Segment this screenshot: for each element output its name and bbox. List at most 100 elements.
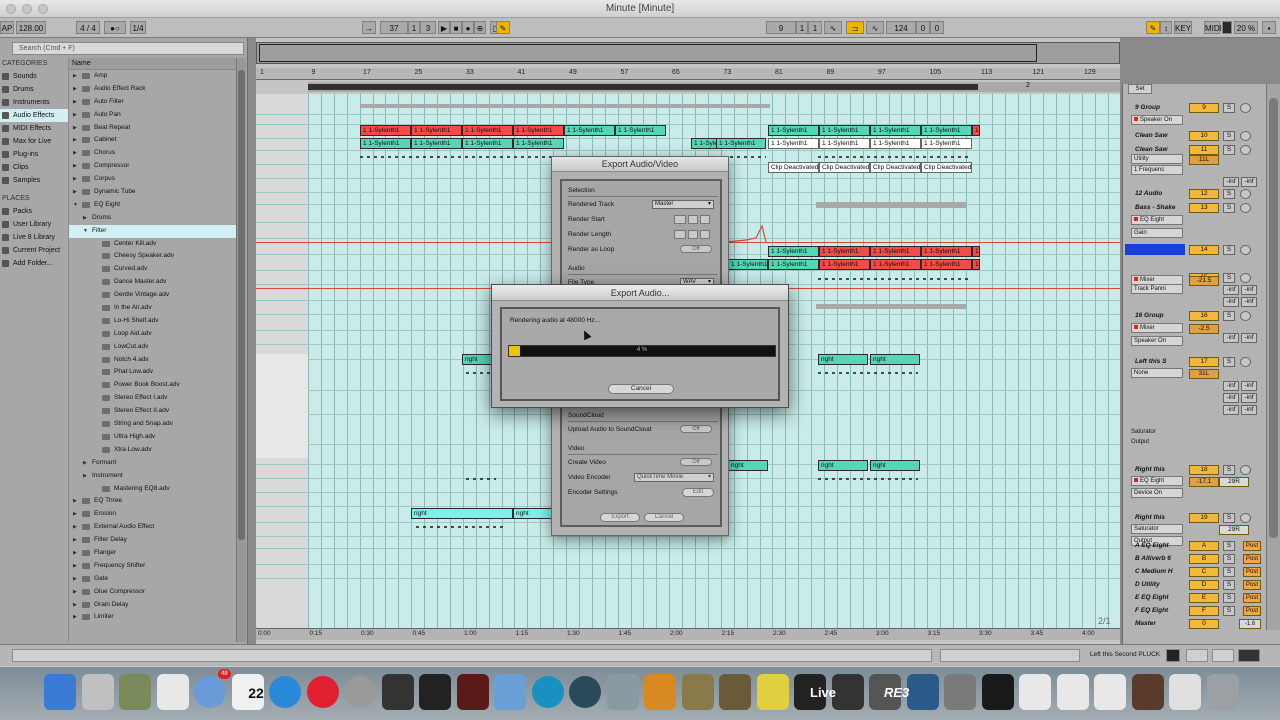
dock-app-icon[interactable] xyxy=(1094,674,1126,710)
solo-button[interactable]: S xyxy=(1223,554,1235,564)
loop-length-sixteenths[interactable]: 0 xyxy=(930,21,944,34)
return-track-name[interactable]: A EQ Eight xyxy=(1125,540,1185,551)
arrangement-clip[interactable]: 1 1-Sylenth1 xyxy=(870,259,921,270)
loop-start-beats[interactable]: 1 xyxy=(796,21,808,34)
browser-item[interactable]: ▶ Dynamic Tube xyxy=(69,186,236,199)
mixer-track-header[interactable]: Clean Saw 10 S xyxy=(1123,130,1263,142)
render-length-bars[interactable] xyxy=(674,230,686,239)
arrangement-clip[interactable]: Clip Deactivated xyxy=(768,162,819,173)
master-activator[interactable]: 0 xyxy=(1189,619,1219,629)
arrangement-clip[interactable]: 1 1-Sylenth1 xyxy=(411,125,462,136)
arrangement-clip[interactable]: 1 1-Sylenth1 xyxy=(716,138,766,149)
category-sounds[interactable]: Sounds xyxy=(0,70,68,83)
browser-item[interactable]: ▶ Instrument xyxy=(69,470,236,483)
browser-search-input[interactable]: Search (Cmd + F) xyxy=(12,42,244,55)
dock-app-icon[interactable] xyxy=(981,674,1014,710)
arrangement-clip[interactable]: right xyxy=(462,354,492,365)
solo-button[interactable]: S xyxy=(1223,513,1235,523)
return-activator[interactable]: C xyxy=(1189,567,1219,577)
dock-app-icon[interactable] xyxy=(1056,674,1089,710)
track-activator[interactable]: 17 xyxy=(1189,357,1219,367)
browser-item[interactable]: Dance Master.adv xyxy=(69,276,236,289)
track-name[interactable] xyxy=(1125,244,1185,255)
browser-item[interactable]: ▶ Chorus xyxy=(69,147,236,160)
arrangement-clip[interactable]: 1 1-Sylenth1 xyxy=(972,259,980,270)
return-track-header[interactable]: E EQ Eight E S Post xyxy=(1123,592,1263,604)
arm-button[interactable] xyxy=(1240,465,1251,475)
arm-button[interactable] xyxy=(1240,357,1251,367)
vertical-scroll-thumb[interactable] xyxy=(1269,98,1278,538)
arm-button[interactable] xyxy=(1240,103,1251,113)
device-chooser[interactable]: EQ Eight xyxy=(1131,215,1183,225)
loop-brace[interactable]: 2 xyxy=(308,82,1120,92)
expand-arrow-icon[interactable]: ▶ xyxy=(73,495,77,508)
category-midi-effects[interactable]: MIDI Effects xyxy=(0,122,68,135)
expand-arrow-icon[interactable]: ▶ xyxy=(83,212,87,225)
mixer-track-header[interactable]: Right this 19 S xyxy=(1123,512,1263,524)
track-activator[interactable]: 12 xyxy=(1189,189,1219,199)
browser-item[interactable]: LowCut.adv xyxy=(69,341,236,354)
punch-out-button[interactable]: ∿ xyxy=(866,21,884,34)
pre-post-toggle[interactable]: Post xyxy=(1243,554,1261,564)
arrangement-clip[interactable]: 1 1-Sylenth1 xyxy=(728,259,768,270)
browser-item[interactable]: ▶ Grain Delay xyxy=(69,599,236,612)
return-track-name[interactable]: F EQ Eight xyxy=(1125,605,1185,616)
solo-button[interactable]: S xyxy=(1223,465,1235,475)
expand-arrow-icon[interactable]: ▶ xyxy=(73,83,77,96)
record-button[interactable]: ● xyxy=(462,21,474,34)
expand-arrow-icon[interactable]: ▶ xyxy=(73,508,77,521)
arrangement-clip[interactable]: 1 1-Sylenth1 xyxy=(972,246,980,257)
metronome-toggle[interactable]: ●○ xyxy=(104,21,126,34)
arrangement-clip[interactable]: 1 1-Sylenth1 xyxy=(870,125,921,136)
render-start-bars[interactable] xyxy=(674,215,686,224)
pre-post-toggle[interactable]: Post xyxy=(1243,593,1261,603)
name-column-header[interactable]: Name xyxy=(69,58,236,70)
expand-arrow-icon[interactable]: ▶ xyxy=(73,147,77,160)
browser-item[interactable]: ▶ Drums xyxy=(69,212,236,225)
expand-arrow-icon[interactable]: ▶ xyxy=(73,599,77,612)
solo-button[interactable]: S xyxy=(1223,189,1235,199)
overdub-button[interactable]: ⊕ xyxy=(474,21,486,34)
browser-item[interactable]: ▶ Cabinet xyxy=(69,134,236,147)
dock-app-icon[interactable] xyxy=(44,674,76,710)
dock-app-icon[interactable] xyxy=(306,676,339,708)
expand-arrow-icon[interactable]: ▶ xyxy=(73,70,77,83)
browser-item[interactable]: Mastering EQ8.adv xyxy=(69,483,236,496)
browser-item[interactable]: Curved.adv xyxy=(69,263,236,276)
dock-app-icon[interactable] xyxy=(344,676,376,708)
solo-button[interactable]: S xyxy=(1223,131,1235,141)
mixer-track-header[interactable]: 14 S xyxy=(1123,244,1263,256)
browser-item[interactable]: Notch 4.adv xyxy=(69,354,236,367)
position-bars[interactable]: 37 xyxy=(380,21,408,34)
collapse-arrow-icon[interactable]: ▼ xyxy=(73,199,78,212)
browser-item[interactable]: ▶ Gate xyxy=(69,573,236,586)
dock-app-icon[interactable] xyxy=(419,674,451,710)
browser-item[interactable]: ▶ External Audio Effect xyxy=(69,521,236,534)
arrangement-clip[interactable]: right xyxy=(818,354,868,365)
arrangement-clip[interactable]: 1 1-Sylenth1 xyxy=(513,138,564,149)
time-ruler[interactable]: 0:00 0:15 0:30 0:45 1:00 1:15 1:30 1:45 2:00 2:15… xyxy=(256,628,1120,640)
browser-item[interactable]: Gentle Vintage.adv xyxy=(69,289,236,302)
arrangement-overview[interactable] xyxy=(256,42,1120,64)
create-video-toggle[interactable]: Off xyxy=(680,458,712,466)
position-beats[interactable]: 1 xyxy=(408,21,420,34)
track-name[interactable]: 16 Group xyxy=(1125,310,1185,321)
return-activator[interactable]: A xyxy=(1189,541,1219,551)
arrangement-clip[interactable]: 1 1-Sylenth1 xyxy=(921,259,972,270)
browser-item[interactable]: ▶ Formant xyxy=(69,457,236,470)
category-audio-effects[interactable]: Audio Effects xyxy=(0,109,68,122)
key-map-label[interactable]: KEY xyxy=(1174,21,1192,34)
render-start-beats[interactable] xyxy=(688,215,698,224)
dock-app-icon[interactable] xyxy=(644,674,676,710)
video-encoder-select[interactable]: QuickTime Movie xyxy=(634,473,714,482)
browser-item[interactable]: ▶ Audio Effect Rack xyxy=(69,83,236,96)
arrangement-clip[interactable]: 1 1-Sylenth1 xyxy=(360,138,411,149)
arrangement-clip[interactable]: right xyxy=(870,354,920,365)
upload-soundcloud-toggle[interactable]: Off xyxy=(680,425,712,433)
follow-button[interactable]: → xyxy=(362,21,376,34)
browser-item[interactable]: ▶ Frequency Shifter xyxy=(69,560,236,573)
solo-button[interactable]: S xyxy=(1223,203,1235,213)
expand-arrow-icon[interactable]: ▶ xyxy=(73,521,77,534)
browser-item[interactable]: ▶ Auto Pan xyxy=(69,109,236,122)
dock-app-icon[interactable] xyxy=(1131,674,1164,710)
